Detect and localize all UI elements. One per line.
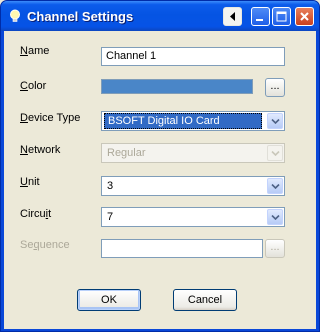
color-picker-button[interactable]: ...	[265, 78, 285, 97]
circuit-value: 7	[107, 211, 114, 223]
network-dropdown-button[interactable]	[267, 145, 283, 161]
color-swatch[interactable]	[101, 79, 253, 94]
lightbulb-icon	[8, 9, 22, 23]
circuit-label: Circuit	[20, 208, 52, 220]
triangle-left-icon	[230, 12, 235, 21]
color-label: Color	[20, 80, 47, 92]
minimize-icon	[256, 19, 263, 21]
ok-button[interactable]: OK	[77, 289, 141, 311]
cancel-button[interactable]: Cancel	[173, 289, 237, 311]
circuit-select[interactable]: 7	[101, 207, 285, 227]
title-bar[interactable]: Channel Settings	[1, 1, 319, 31]
minimize-button[interactable]	[251, 7, 270, 26]
network-select[interactable]: Regular	[101, 143, 285, 163]
dialog-body: Name Channel 1 Color ... Device Type BSO…	[4, 31, 316, 329]
unit-label: Unit	[20, 176, 40, 188]
sequence-label: Sequence	[20, 239, 70, 251]
chevron-down-icon	[271, 215, 280, 220]
unit-select[interactable]: 3	[101, 176, 285, 196]
close-icon	[300, 12, 309, 21]
network-value: Regular	[107, 147, 146, 159]
window-title: Channel Settings	[27, 9, 134, 24]
device-type-dropdown-button[interactable]	[267, 113, 283, 129]
device-type-label: Device Type	[20, 112, 81, 124]
sequence-picker-button[interactable]: ...	[265, 239, 285, 258]
back-button[interactable]	[223, 7, 242, 26]
unit-value: 3	[107, 180, 114, 192]
sequence-input[interactable]	[101, 239, 263, 258]
close-button[interactable]	[295, 7, 314, 26]
chevron-down-icon	[271, 184, 280, 189]
chevron-down-icon	[271, 119, 280, 124]
circuit-dropdown-button[interactable]	[267, 209, 283, 225]
maximize-icon	[276, 11, 287, 22]
device-type-select[interactable]: BSOFT Digital IO Card	[101, 111, 285, 131]
name-label: Name	[20, 45, 50, 57]
maximize-button[interactable]	[272, 7, 291, 26]
network-label: Network	[20, 144, 61, 156]
name-input[interactable]: Channel 1	[101, 47, 285, 66]
device-type-value: BSOFT Digital IO Card	[104, 113, 262, 129]
chevron-down-icon	[271, 151, 280, 156]
dialog-window: Channel Settings Name Channel 1 Color ..…	[0, 0, 320, 332]
unit-dropdown-button[interactable]	[267, 178, 283, 194]
